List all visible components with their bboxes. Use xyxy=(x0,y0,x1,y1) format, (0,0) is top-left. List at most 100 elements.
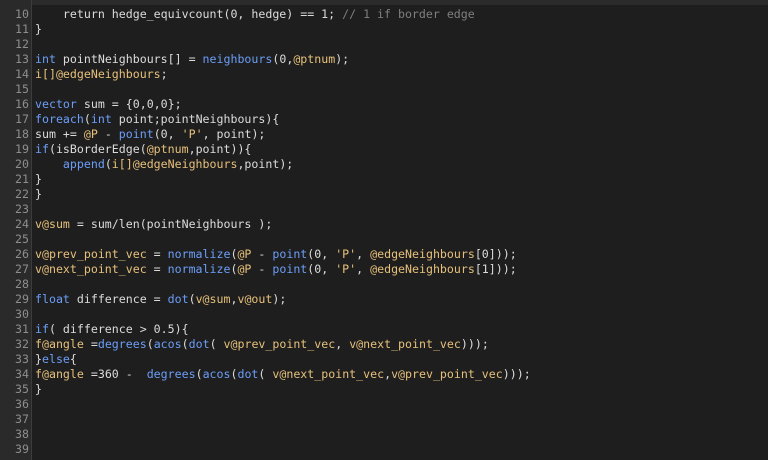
code-line[interactable]: 14 i[]@edgeNeighbours; xyxy=(0,67,768,82)
code-token-op: sum = {0,0,0}; xyxy=(76,97,182,111)
line-number: 15 xyxy=(15,82,29,96)
code-token-op: ); xyxy=(335,52,350,66)
code-token-attr: i[]@edgeNeighbours xyxy=(111,157,238,171)
code-token-op: = sum/len(pointNeighbours ); xyxy=(69,217,273,231)
code-area[interactable]: 10 return hedge_equivcount(0, hedge) == … xyxy=(0,7,768,457)
code-token-op: = xyxy=(146,247,168,261)
code-token-attr: v@prev_point_vec xyxy=(391,367,503,381)
line-text[interactable]: if( difference > 0.5){ xyxy=(29,322,189,337)
code-token-str: 'P' xyxy=(335,262,357,276)
line-number: 13 xyxy=(15,52,29,66)
line-number: 26 xyxy=(15,247,29,261)
code-line[interactable]: 34 f@angle =360 - degrees(acos(dot( v@nex… xyxy=(0,367,768,382)
code-line[interactable]: 10 return hedge_equivcount(0, hedge) == … xyxy=(0,7,768,22)
line-text[interactable]: append(i[]@edgeNeighbours,point); xyxy=(29,157,293,172)
code-token-op: ))); xyxy=(460,337,489,351)
code-line[interactable]: 36 xyxy=(0,397,768,412)
line-text[interactable]: v@prev_point_vec = normalize(@P - point(… xyxy=(29,247,517,262)
code-token-op: ( xyxy=(146,337,154,351)
line-text[interactable]: if(isBorderEdge(@ptnum,point)){ xyxy=(29,142,251,157)
line-text[interactable]: } xyxy=(29,382,42,397)
line-number: 16 xyxy=(15,97,29,111)
code-token-op: (0, xyxy=(153,127,182,141)
line-text[interactable]: float difference = dot(v@sum,v@out); xyxy=(29,292,286,307)
code-token-op: ))); xyxy=(502,367,531,381)
line-number: 14 xyxy=(15,67,29,81)
line-text[interactable]: v@sum = sum/len(pointNeighbours ); xyxy=(29,217,272,232)
code-line[interactable]: 39 xyxy=(0,442,768,457)
code-token-fn: append xyxy=(62,157,105,171)
line-number: 19 xyxy=(15,142,29,156)
code-token-op: [1])); xyxy=(474,262,517,276)
code-line[interactable]: 12 xyxy=(0,37,768,52)
code-token-op: =360 - xyxy=(83,367,147,381)
line-text[interactable]: }else{ xyxy=(29,352,77,367)
code-line[interactable]: 26 v@prev_point_vec = normalize(@P - poin… xyxy=(0,247,768,262)
code-token-op: ( xyxy=(195,367,203,381)
line-text[interactable]: f@angle =360 - degrees(acos(dot( v@next_… xyxy=(29,367,531,382)
code-token-op: = xyxy=(83,337,98,351)
code-line[interactable]: 37 xyxy=(0,412,768,427)
line-text[interactable]: f@angle =degrees(acos(dot( v@prev_point_… xyxy=(29,337,489,352)
line-text[interactable]: foreach(int point;pointNeighbours){ xyxy=(29,112,279,127)
line-text[interactable]: } xyxy=(29,187,42,202)
line-text[interactable]: } xyxy=(29,22,42,37)
line-text[interactable]: int pointNeighbours[] = neighbours(0,@pt… xyxy=(29,52,349,67)
code-token-op: - xyxy=(251,247,273,261)
line-number: 31 xyxy=(15,322,29,336)
code-token-kw: foreach xyxy=(35,112,84,126)
code-token-attr: @edgeNeighbours xyxy=(370,262,475,276)
line-number: 36 xyxy=(15,397,29,411)
code-line[interactable]: 38 xyxy=(0,427,768,442)
code-line[interactable]: 27 v@next_point_vec = normalize(@P - poin… xyxy=(0,262,768,277)
code-token-op: , xyxy=(356,247,371,261)
code-line[interactable]: 25 xyxy=(0,232,768,247)
line-text[interactable]: } xyxy=(29,172,42,187)
line-text[interactable]: sum += @P - point(0, 'P', point); xyxy=(29,127,265,142)
code-line[interactable]: 30 xyxy=(0,307,768,322)
code-token-kw: vector xyxy=(35,97,77,111)
code-token-attr: @ptnum xyxy=(293,52,336,66)
code-line[interactable]: 28 xyxy=(0,277,768,292)
line-number: 11 xyxy=(15,22,29,36)
code-token-attr: @P xyxy=(83,127,98,141)
line-text[interactable]: v@next_point_vec = normalize(@P - point(… xyxy=(29,262,517,277)
code-line[interactable]: 11} xyxy=(0,22,768,37)
code-line[interactable]: 16 vector sum = {0,0,0}; xyxy=(0,97,768,112)
code-editor[interactable]: 10 return hedge_equivcount(0, hedge) == … xyxy=(0,0,768,460)
code-token-op: ,point)){ xyxy=(188,142,252,156)
line-number: 20 xyxy=(15,157,29,171)
line-text[interactable]: return hedge_equivcount(0, hedge) == 1; … xyxy=(29,7,475,22)
line-text[interactable]: i[]@edgeNeighbours; xyxy=(29,67,168,82)
code-line[interactable]: 24 v@sum = sum/len(pointNeighbours ); xyxy=(0,217,768,232)
code-token-op: , xyxy=(356,262,371,276)
code-line[interactable]: 35} xyxy=(0,382,768,397)
line-number: 30 xyxy=(15,307,29,321)
code-token-op: ( xyxy=(258,367,273,381)
code-token-op: = xyxy=(146,262,168,276)
code-token-op: , xyxy=(384,367,392,381)
code-line[interactable]: 29 float difference = dot(v@sum,v@out); xyxy=(0,292,768,307)
line-text[interactable]: vector sum = {0,0,0}; xyxy=(29,97,182,112)
code-line[interactable]: 23 xyxy=(0,202,768,217)
line-number: 22 xyxy=(15,187,29,201)
code-line[interactable]: 19 if(isBorderEdge(@ptnum,point)){ xyxy=(0,142,768,157)
code-line[interactable]: 15 xyxy=(0,82,768,97)
code-line[interactable]: 32 f@angle =degrees(acos(dot( v@prev_poin… xyxy=(0,337,768,352)
code-token-attr: v@next_point_vec xyxy=(272,367,385,381)
code-line[interactable]: 33}else{ xyxy=(0,352,768,367)
code-line[interactable]: 20 append(i[]@edgeNeighbours,point); xyxy=(0,157,768,172)
code-line[interactable]: 18 sum += @P - point(0, 'P', point); xyxy=(0,127,768,142)
code-token-kw: int xyxy=(90,112,112,126)
code-token-op: ,point); xyxy=(237,157,294,171)
line-number: 28 xyxy=(15,277,29,291)
code-line[interactable]: 17 foreach(int point;pointNeighbours){ xyxy=(0,112,768,127)
code-token-op: ( difference > 0.5){ xyxy=(48,322,189,336)
code-line[interactable]: 13 int pointNeighbours[] = neighbours(0,@… xyxy=(0,52,768,67)
line-number: 32 xyxy=(15,337,29,351)
code-line[interactable]: 21} xyxy=(0,172,768,187)
code-line[interactable]: 22} xyxy=(0,187,768,202)
code-token-fn: point xyxy=(118,127,154,141)
code-line[interactable]: 31 if( difference > 0.5){ xyxy=(0,322,768,337)
code-token-attr: v@next_point_vec xyxy=(349,337,461,351)
